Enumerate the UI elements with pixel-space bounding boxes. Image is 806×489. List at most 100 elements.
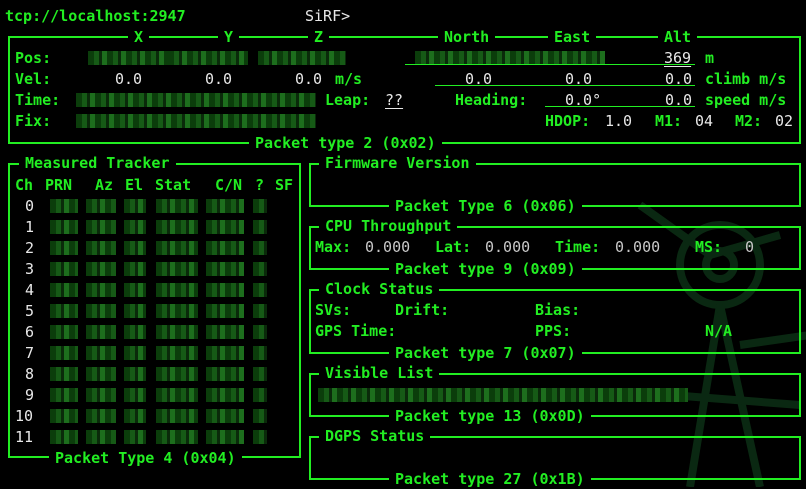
hdr-q: ? [255, 176, 265, 194]
tracker-cell [206, 283, 244, 297]
tracker-cell [50, 283, 78, 297]
tracker-cell [50, 325, 78, 339]
tracker-cell [253, 199, 267, 213]
tracker-cell [156, 199, 198, 213]
cpu-ms-value: 0 [745, 238, 755, 256]
tracker-cell [253, 346, 267, 360]
tracker-cell [124, 409, 146, 423]
tracker-cell [206, 262, 244, 276]
tracker-cell [124, 241, 146, 255]
column-alt: Alt [658, 27, 698, 47]
column-x: X [128, 27, 150, 47]
channel-number: 6 [25, 323, 35, 341]
clock-footer: Packet type 7 (0x07) [389, 343, 582, 363]
tracker-cell [86, 367, 116, 381]
tracker-cell [50, 367, 78, 381]
tracker-cell [124, 304, 146, 318]
cpu-max-value: 0.000 [365, 238, 411, 256]
channel-number: 8 [25, 365, 35, 383]
tracker-cell [253, 430, 267, 444]
firmware-title: Firmware Version [319, 153, 476, 173]
pos-z-value [258, 51, 346, 65]
channel-number: 3 [25, 260, 35, 278]
cpu-max-label: Max: [315, 238, 352, 256]
m2-label: M2: [735, 112, 763, 130]
tracker-cell [253, 262, 267, 276]
tracker-cell [156, 325, 198, 339]
tracker-cell [86, 220, 116, 234]
tracker-cell [156, 304, 198, 318]
pos-north-east-value [415, 51, 605, 65]
channel-number: 7 [25, 344, 35, 362]
tracker-cell [124, 325, 146, 339]
tracker-cell [253, 367, 267, 381]
tracker-cell [50, 241, 78, 255]
speed-value: 0.0 [665, 91, 693, 109]
hdr-prn: PRN [45, 176, 73, 194]
hdr-az: Az [95, 176, 114, 194]
tracker-cell [86, 241, 116, 255]
tracker-cell [206, 199, 244, 213]
clock-pps-label: PPS: [535, 322, 572, 340]
hdr-sf: SF [275, 176, 294, 194]
fix-label: Fix: [15, 112, 52, 130]
visible-list-title: Visible List [319, 363, 440, 383]
cpu-time-label: Time: [555, 238, 601, 256]
hdr-el: El [125, 176, 144, 194]
cpu-footer: Packet type 9 (0x09) [389, 259, 582, 279]
cpu-lat-value: 0.000 [485, 238, 531, 256]
command-prompt[interactable]: SiRF> [305, 6, 350, 26]
visible-list-footer: Packet type 13 (0x0D) [389, 406, 591, 426]
tracker-cell [206, 409, 244, 423]
tracker-cell [86, 346, 116, 360]
tracker-cell [156, 430, 198, 444]
speed-unit: speed m/s [705, 91, 787, 109]
tracker-cell [124, 346, 146, 360]
tracker-cell [156, 241, 198, 255]
fix-value [76, 114, 316, 128]
tracker-cell [124, 262, 146, 276]
tracker-cell [206, 220, 244, 234]
channel-number: 2 [25, 239, 35, 257]
tracker-cell [86, 262, 116, 276]
tracker-cell [50, 304, 78, 318]
tracker-cell [156, 409, 198, 423]
m2-value: 02 [775, 112, 794, 130]
tracker-cell [206, 241, 244, 255]
tracker-cell [86, 430, 116, 444]
column-y: Y [218, 27, 240, 47]
cpu-title: CPU Throughput [319, 216, 458, 236]
tracker-cell [253, 283, 267, 297]
tracker-cell [86, 325, 116, 339]
hdop-label: HDOP: [545, 112, 591, 130]
tracker-cell [50, 262, 78, 276]
clock-drift-label: Drift: [395, 301, 450, 319]
tracker-cell [86, 199, 116, 213]
pos-alt-value: 369 [664, 49, 692, 67]
vel-alt-value: 0.0 [665, 70, 693, 88]
visible-list-values [318, 388, 688, 402]
tracker-cell [124, 388, 146, 402]
vel-y-value: 0.0 [205, 70, 233, 88]
tracker-cell [124, 283, 146, 297]
tracker-title: Measured Tracker [19, 153, 176, 173]
firmware-footer: Packet Type 6 (0x06) [389, 196, 582, 216]
tracker-cell [124, 199, 146, 213]
dgps-footer: Packet type 27 (0x1B) [389, 469, 591, 489]
m1-value: 04 [695, 112, 714, 130]
nav-footer: Packet type 2 (0x02) [249, 133, 442, 153]
tracker-cell [50, 220, 78, 234]
tracker-cell [206, 304, 244, 318]
hdr-stat: Stat [155, 176, 192, 194]
tracker-cell [206, 325, 244, 339]
channel-number: 5 [25, 302, 35, 320]
tracker-cell [50, 388, 78, 402]
tracker-cell [253, 388, 267, 402]
tracker-cell [50, 199, 78, 213]
heading-value: 0.0° [565, 91, 602, 109]
pos-y-value [168, 51, 248, 65]
cpu-time-value: 0.000 [615, 238, 661, 256]
pos-x-value [88, 51, 168, 65]
pos-label: Pos: [15, 49, 52, 67]
tracker-cell [50, 346, 78, 360]
